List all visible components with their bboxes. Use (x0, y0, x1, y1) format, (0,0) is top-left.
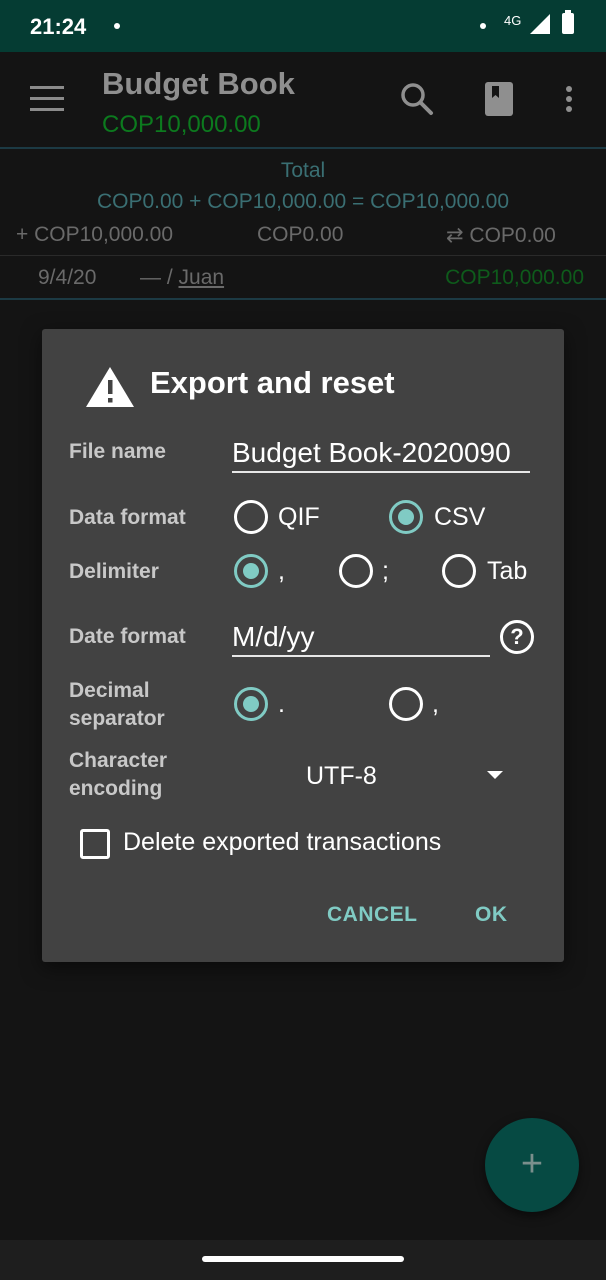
file-name-input[interactable]: Budget Book-2020090 (232, 435, 530, 473)
radio-csv-label: CSV (434, 503, 486, 531)
encoding-label-line2: encoding (69, 777, 163, 800)
encoding-label-line1: Character (69, 749, 168, 772)
radio-delimiter-tab[interactable] (442, 554, 476, 588)
notification-dot-icon (480, 23, 486, 29)
signal-icon (530, 14, 550, 34)
radio-qif[interactable] (234, 500, 268, 534)
summary-income: + COP10,000.00 (16, 223, 174, 246)
transaction-row[interactable]: 9/4/20 — / Juan COP10,000.00 (0, 256, 606, 298)
book-icon[interactable] (485, 82, 513, 116)
summary-transfer: ⇄ COP0.00 (446, 224, 556, 247)
cancel-button[interactable]: CANCEL (327, 903, 418, 927)
add-transaction-button[interactable]: + (485, 1118, 579, 1212)
summary-expense: COP0.00 (257, 223, 344, 246)
radio-delimiter-tab-label: Tab (487, 557, 528, 585)
radio-decimal-dot[interactable] (234, 687, 268, 721)
network-type: 4G (504, 13, 522, 28)
date-format-input[interactable]: M/d/yy (232, 619, 490, 657)
status-time: 21:24 (30, 14, 87, 39)
app-title: Budget Book (102, 66, 295, 101)
radio-decimal-comma-label: , (432, 690, 439, 718)
divider (0, 298, 606, 300)
radio-delimiter-comma-label: , (278, 557, 285, 585)
app-balance: COP10,000.00 (102, 111, 261, 138)
delimiter-label: Delimiter (69, 560, 159, 583)
divider (0, 147, 606, 149)
help-icon[interactable]: ? (500, 620, 534, 654)
radio-delimiter-comma[interactable] (234, 554, 268, 588)
encoding-select[interactable]: UTF-8 (306, 762, 377, 791)
radio-decimal-comma[interactable] (389, 687, 423, 721)
file-name-label: File name (69, 440, 166, 463)
home-gesture-handle[interactable] (202, 1256, 404, 1262)
radio-decimal-dot-label: . (278, 690, 285, 718)
menu-icon[interactable] (30, 86, 64, 112)
dropdown-arrow-icon[interactable] (487, 771, 503, 779)
data-format-label: Data format (69, 506, 186, 529)
radio-qif-label: QIF (278, 503, 320, 531)
transaction-amount: COP10,000.00 (445, 266, 584, 289)
transaction-payee: — / Juan (140, 266, 224, 290)
delete-transactions-label[interactable]: Delete exported transactions (123, 828, 441, 857)
transaction-date: 9/4/20 (38, 266, 97, 289)
app-bar (0, 52, 606, 148)
dialog-title: Export and reset (150, 365, 395, 400)
transaction-category: — / (140, 266, 179, 289)
radio-delimiter-semicolon[interactable] (339, 554, 373, 588)
radio-csv[interactable] (389, 500, 423, 534)
more-options-icon[interactable] (566, 86, 572, 112)
notification-dot-icon (114, 23, 120, 29)
ok-button[interactable]: OK (475, 903, 508, 927)
export-dialog: Export and reset File name Budget Book-2… (42, 329, 564, 962)
summary-label: Total (280, 159, 326, 182)
date-format-label: Date format (69, 625, 186, 648)
radio-delimiter-semicolon-label: ; (382, 557, 389, 585)
status-bar: 21:24 4G (0, 0, 606, 52)
warning-icon (86, 367, 134, 407)
delete-transactions-checkbox[interactable] (80, 829, 110, 859)
summary-formula: COP0.00 + COP10,000.00 = COP10,000.00 (96, 190, 510, 213)
battery-icon (562, 10, 574, 34)
decimal-separator-label-line1: Decimal (69, 679, 150, 702)
decimal-separator-label-line2: separator (69, 707, 165, 730)
search-icon[interactable] (400, 82, 434, 116)
plus-icon: + (520, 1143, 544, 1185)
payee-link[interactable]: Juan (179, 266, 225, 289)
